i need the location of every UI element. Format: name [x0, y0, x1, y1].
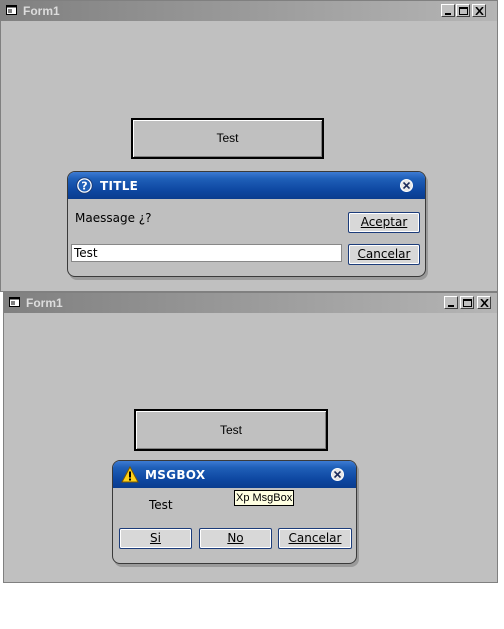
- minimize-icon: [445, 13, 451, 15]
- accept-button-label: Aceptar: [360, 215, 408, 229]
- minimize-button[interactable]: [444, 296, 458, 309]
- test-button-label: Test: [219, 423, 242, 437]
- test-button[interactable]: Test: [134, 409, 328, 451]
- input-dialog-titlebar[interactable]: ? TITLE: [68, 172, 425, 199]
- form1-window-bottom: Form1 Test MSGBOX Test Xp MsgBox Si No C…: [3, 292, 498, 583]
- close-icon: [475, 7, 484, 15]
- maximize-icon: [459, 7, 468, 15]
- window-title: Form1: [26, 296, 63, 310]
- msgbox-dialog: MSGBOX Test Xp MsgBox Si No Cancelar: [112, 460, 357, 564]
- maximize-icon: [463, 299, 472, 307]
- close-button[interactable]: [472, 4, 486, 17]
- test-button[interactable]: Test: [131, 118, 324, 159]
- input-dialog: ? TITLE Maessage ¿? Aceptar Test Cancela…: [67, 171, 426, 277]
- dialog-close-button[interactable]: [400, 179, 413, 192]
- tooltip: Xp MsgBox: [234, 490, 295, 506]
- close-icon: [403, 182, 410, 189]
- yes-button[interactable]: Si: [119, 528, 192, 549]
- cancel-button[interactable]: Cancelar: [278, 528, 352, 549]
- cancel-button[interactable]: Cancelar: [348, 244, 420, 265]
- msgbox-message: Test: [149, 498, 173, 512]
- no-button-label: No: [227, 531, 244, 545]
- form1-titlebar-bottom[interactable]: Form1: [4, 293, 497, 313]
- form1-titlebar-top[interactable]: Form1: [1, 1, 497, 21]
- minimize-icon: [448, 305, 454, 307]
- dialog-title: TITLE: [100, 179, 139, 193]
- no-button[interactable]: No: [199, 528, 272, 549]
- accept-button[interactable]: Aceptar: [348, 212, 420, 233]
- close-icon: [334, 471, 341, 478]
- yes-button-label: Si: [150, 531, 161, 545]
- text-input-value: Test: [74, 246, 98, 260]
- warning-icon: [121, 466, 139, 483]
- question-icon: ?: [76, 177, 93, 194]
- maximize-button[interactable]: [456, 4, 470, 17]
- maximize-button[interactable]: [460, 296, 474, 309]
- cancel-button-label: Cancelar: [357, 247, 411, 261]
- form1-window-top: Form1 Test ? TITLE Maessage ¿? Aceptar T…: [0, 0, 498, 292]
- close-icon: [480, 299, 489, 307]
- test-button-label: Test: [216, 131, 239, 145]
- form-icon: [6, 5, 17, 15]
- form-icon: [9, 297, 20, 307]
- svg-text:?: ?: [81, 180, 87, 193]
- minimize-button[interactable]: [441, 4, 455, 17]
- dialog-title: MSGBOX: [145, 468, 206, 482]
- msgbox-titlebar[interactable]: MSGBOX: [113, 461, 356, 488]
- cancel-button-label: Cancelar: [288, 531, 342, 545]
- dialog-close-button[interactable]: [331, 468, 344, 481]
- close-button[interactable]: [477, 296, 491, 309]
- window-title: Form1: [23, 4, 60, 18]
- dialog-message: Maessage ¿?: [75, 211, 152, 225]
- text-input[interactable]: Test: [71, 244, 342, 262]
